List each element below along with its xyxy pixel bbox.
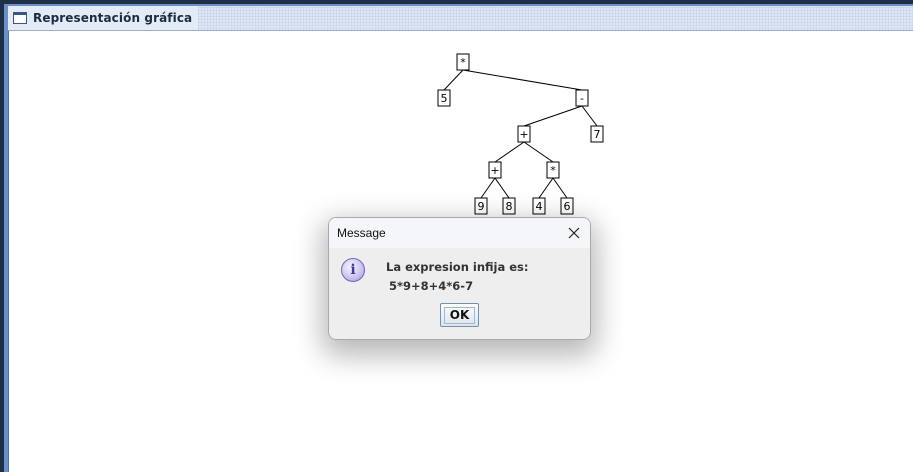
tree-edge — [462, 69, 583, 91]
tree-node: 4 — [532, 197, 546, 215]
dialog-title-bar[interactable]: Message — [329, 218, 590, 248]
tree-edge — [480, 177, 496, 199]
close-button[interactable] — [564, 223, 584, 243]
tree-node-label: 9 — [478, 200, 485, 213]
tree-node-label: 7 — [594, 128, 601, 141]
tree-node-label: 4 — [536, 200, 543, 213]
window-title-bar[interactable]: Representación gráfica — [8, 6, 913, 31]
tree-node-label: * — [550, 164, 556, 177]
tree-edge — [538, 177, 554, 199]
tree-edge — [581, 105, 598, 127]
tree-node: 5 — [437, 89, 451, 107]
dialog-message-expression: 5*9+8+4*6-7 — [389, 279, 474, 293]
window-title: Representación gráfica — [33, 11, 193, 25]
tree-edge — [494, 141, 525, 163]
close-icon — [568, 227, 580, 239]
tree-node-label: + — [490, 164, 499, 177]
window-icon — [13, 12, 27, 24]
ok-button-label: OK — [444, 306, 475, 324]
info-icon: i — [341, 258, 365, 282]
tree-node-label: 8 — [506, 200, 513, 213]
tree-node: + — [488, 161, 502, 179]
tree-node: 9 — [474, 197, 488, 215]
window-title-group: Representación gráfica — [8, 6, 199, 30]
tree-node: 7 — [590, 125, 604, 143]
tree-edge — [443, 69, 464, 91]
tree-node: 8 — [502, 197, 516, 215]
tree-node: + — [517, 125, 531, 143]
dialog-title: Message — [337, 226, 386, 240]
tree-node-label: * — [460, 56, 466, 69]
dialog-message-label: La expresion infija es: — [386, 260, 529, 274]
tree-node-label: - — [580, 92, 584, 105]
tree-node-label: + — [519, 128, 528, 141]
tree-edge — [523, 105, 583, 127]
message-dialog: Message i La expresion infija es: 5*9+8+… — [328, 217, 591, 340]
tree-node: * — [546, 161, 560, 179]
ok-button[interactable]: OK — [440, 303, 479, 327]
tree-node-label: 6 — [564, 200, 571, 213]
tree-edge — [523, 141, 554, 163]
tree-node-label: 5 — [441, 92, 448, 105]
tree-node: 6 — [560, 197, 574, 215]
tree-edge — [552, 177, 568, 199]
tree-node: * — [456, 53, 470, 71]
tree-node: - — [575, 89, 589, 107]
tree-edge — [494, 177, 510, 199]
